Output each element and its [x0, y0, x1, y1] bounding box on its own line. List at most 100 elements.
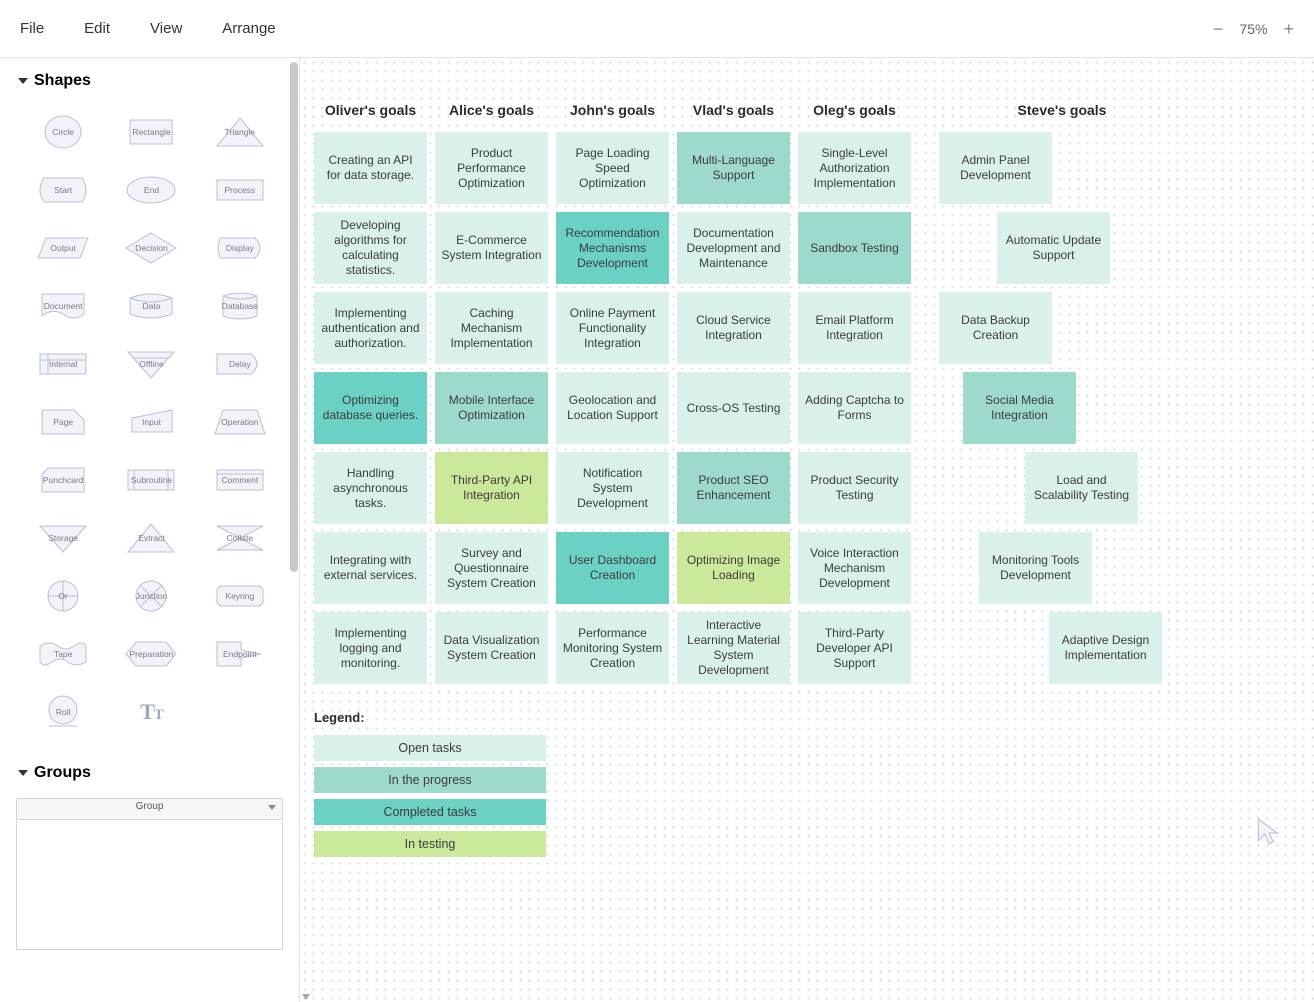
- shape-keyring[interactable]: Keyring: [197, 568, 283, 624]
- task-card[interactable]: E-Commerce System Integration: [435, 212, 548, 284]
- shape-internal[interactable]: Internal: [20, 336, 106, 392]
- shape-process[interactable]: Process: [197, 162, 283, 218]
- group-dropdown[interactable]: Group: [16, 798, 283, 820]
- task-card[interactable]: Data Visualization System Creation: [435, 612, 548, 684]
- shape-text-tool[interactable]: TT: [108, 684, 194, 740]
- shape-roll[interactable]: Roll: [20, 684, 106, 740]
- task-card[interactable]: Monitoring Tools Development: [979, 532, 1092, 604]
- task-card[interactable]: Implementing logging and monitoring.: [314, 612, 427, 684]
- task-card[interactable]: Performance Monitoring System Creation: [556, 612, 669, 684]
- zoom-in-button[interactable]: +: [1283, 20, 1294, 38]
- goals-column: Oliver's goalsCreating an API for data s…: [314, 88, 427, 692]
- shape-endpoint[interactable]: Endpoint: [197, 626, 283, 682]
- shape-display[interactable]: Display: [197, 220, 283, 276]
- task-card[interactable]: Data Backup Creation: [939, 292, 1052, 364]
- shape-input[interactable]: Input: [108, 394, 194, 450]
- main-menu: File Edit View Arrange: [20, 20, 276, 37]
- task-card[interactable]: Creating an API for data storage.: [314, 132, 427, 204]
- task-card[interactable]: Adaptive Design Implementation: [1049, 612, 1162, 684]
- task-card[interactable]: Mobile Interface Optimization: [435, 372, 548, 444]
- zoom-controls: − 75% +: [1213, 20, 1294, 38]
- shape-or[interactable]: Or: [20, 568, 106, 624]
- task-card[interactable]: Recommendation Mechanisms Development: [556, 212, 669, 284]
- shape-offline[interactable]: Offline: [108, 336, 194, 392]
- task-card[interactable]: Developing algorithms for calculating st…: [314, 212, 427, 284]
- task-card[interactable]: Survey and Questionnaire System Creation: [435, 532, 548, 604]
- shape-collate[interactable]: Collate: [197, 510, 283, 566]
- shape-tape[interactable]: Tape: [20, 626, 106, 682]
- shape-database[interactable]: Database: [197, 278, 283, 334]
- canvas[interactable]: Oliver's goalsCreating an API for data s…: [300, 58, 1314, 1002]
- task-card[interactable]: Adding Captcha to Forms: [798, 372, 911, 444]
- task-card[interactable]: Product SEO Enhancement: [677, 452, 790, 524]
- task-card[interactable]: Email Platform Integration: [798, 292, 911, 364]
- task-card[interactable]: Optimizing database queries.: [314, 372, 427, 444]
- column-header: John's goals: [556, 88, 669, 132]
- task-card[interactable]: Multi-Language Support: [677, 132, 790, 204]
- task-card[interactable]: Handling asynchronous tasks.: [314, 452, 427, 524]
- task-card[interactable]: Third-Party API Integration: [435, 452, 548, 524]
- menu-arrange[interactable]: Arrange: [222, 20, 275, 37]
- goals-column: Oleg's goalsSingle-Level Authorization I…: [798, 88, 911, 692]
- task-card[interactable]: Online Payment Functionality Integration: [556, 292, 669, 364]
- task-card[interactable]: Product Performance Optimization: [435, 132, 548, 204]
- shape-triangle[interactable]: Triangle: [197, 104, 283, 160]
- task-card[interactable]: Single-Level Authorization Implementatio…: [798, 132, 911, 204]
- shape-page[interactable]: Page: [20, 394, 106, 450]
- task-card[interactable]: Cloud Service Integration: [677, 292, 790, 364]
- shape-delay[interactable]: Delay: [197, 336, 283, 392]
- chevron-down-icon: [18, 78, 28, 84]
- shape-subroutine[interactable]: Subroutine: [108, 452, 194, 508]
- task-card[interactable]: Integrating with external services.: [314, 532, 427, 604]
- shape-data[interactable]: Data: [108, 278, 194, 334]
- task-card[interactable]: Caching Mechanism Implementation: [435, 292, 548, 364]
- chevron-down-icon: [18, 770, 28, 776]
- shape-junction[interactable]: Junction: [108, 568, 194, 624]
- task-card[interactable]: Voice Interaction Mechanism Development: [798, 532, 911, 604]
- scrollbar-thumb[interactable]: [290, 62, 298, 572]
- column-header: Steve's goals: [955, 88, 1169, 132]
- sidebar-scrollbar[interactable]: [289, 58, 299, 1002]
- task-card[interactable]: Optimizing Image Loading: [677, 532, 790, 604]
- task-card[interactable]: Implementing authentication and authoriz…: [314, 292, 427, 364]
- task-card[interactable]: Documentation Development and Maintenanc…: [677, 212, 790, 284]
- shape-operation[interactable]: Operation: [197, 394, 283, 450]
- task-card[interactable]: Automatic Update Support: [997, 212, 1110, 284]
- task-card[interactable]: Notification System Development: [556, 452, 669, 524]
- task-card[interactable]: Third-Party Developer API Support: [798, 612, 911, 684]
- shape-circle[interactable]: Circle: [20, 104, 106, 160]
- menu-file[interactable]: File: [20, 20, 44, 37]
- groups-section-header[interactable]: Groups: [0, 750, 299, 792]
- task-card[interactable]: Cross-OS Testing: [677, 372, 790, 444]
- task-card[interactable]: User Dashboard Creation: [556, 532, 669, 604]
- shape-end[interactable]: End: [108, 162, 194, 218]
- shape-preparation[interactable]: Preparation: [108, 626, 194, 682]
- task-card[interactable]: Sandbox Testing: [798, 212, 911, 284]
- shapes-section-header[interactable]: Shapes: [0, 58, 299, 100]
- shape-extract[interactable]: Extract: [108, 510, 194, 566]
- legend-item: Open tasks: [314, 735, 546, 761]
- zoom-out-button[interactable]: −: [1213, 20, 1224, 38]
- task-card[interactable]: Admin Panel Development: [939, 132, 1052, 204]
- shape-document[interactable]: Document: [20, 278, 106, 334]
- menu-view[interactable]: View: [150, 20, 182, 37]
- canvas-vscroll[interactable]: [300, 0, 312, 1002]
- shape-comment[interactable]: Comment: [197, 452, 283, 508]
- task-card[interactable]: Interactive Learning Material System Dev…: [677, 612, 790, 684]
- task-card[interactable]: Social Media Integration: [963, 372, 1076, 444]
- text-icon: TT: [140, 699, 163, 725]
- shape-rectangle[interactable]: Rectangle: [108, 104, 194, 160]
- legend-item: Completed tasks: [314, 799, 546, 825]
- menu-edit[interactable]: Edit: [84, 20, 110, 37]
- shape-start[interactable]: Start: [20, 162, 106, 218]
- shape-output[interactable]: Output: [20, 220, 106, 276]
- task-card[interactable]: Geolocation and Location Support: [556, 372, 669, 444]
- scroll-down-icon: [302, 994, 310, 1000]
- task-card[interactable]: Product Security Testing: [798, 452, 911, 524]
- task-card[interactable]: Load and Scalability Testing: [1025, 452, 1138, 524]
- shape-punchcard[interactable]: Punchcard: [20, 452, 106, 508]
- shape-decision[interactable]: Decision: [108, 220, 194, 276]
- sidebar: Shapes CircleRectangleTriangleStartEndPr…: [0, 58, 300, 1002]
- task-card[interactable]: Page Loading Speed Optimization: [556, 132, 669, 204]
- shape-storage[interactable]: Storage: [20, 510, 106, 566]
